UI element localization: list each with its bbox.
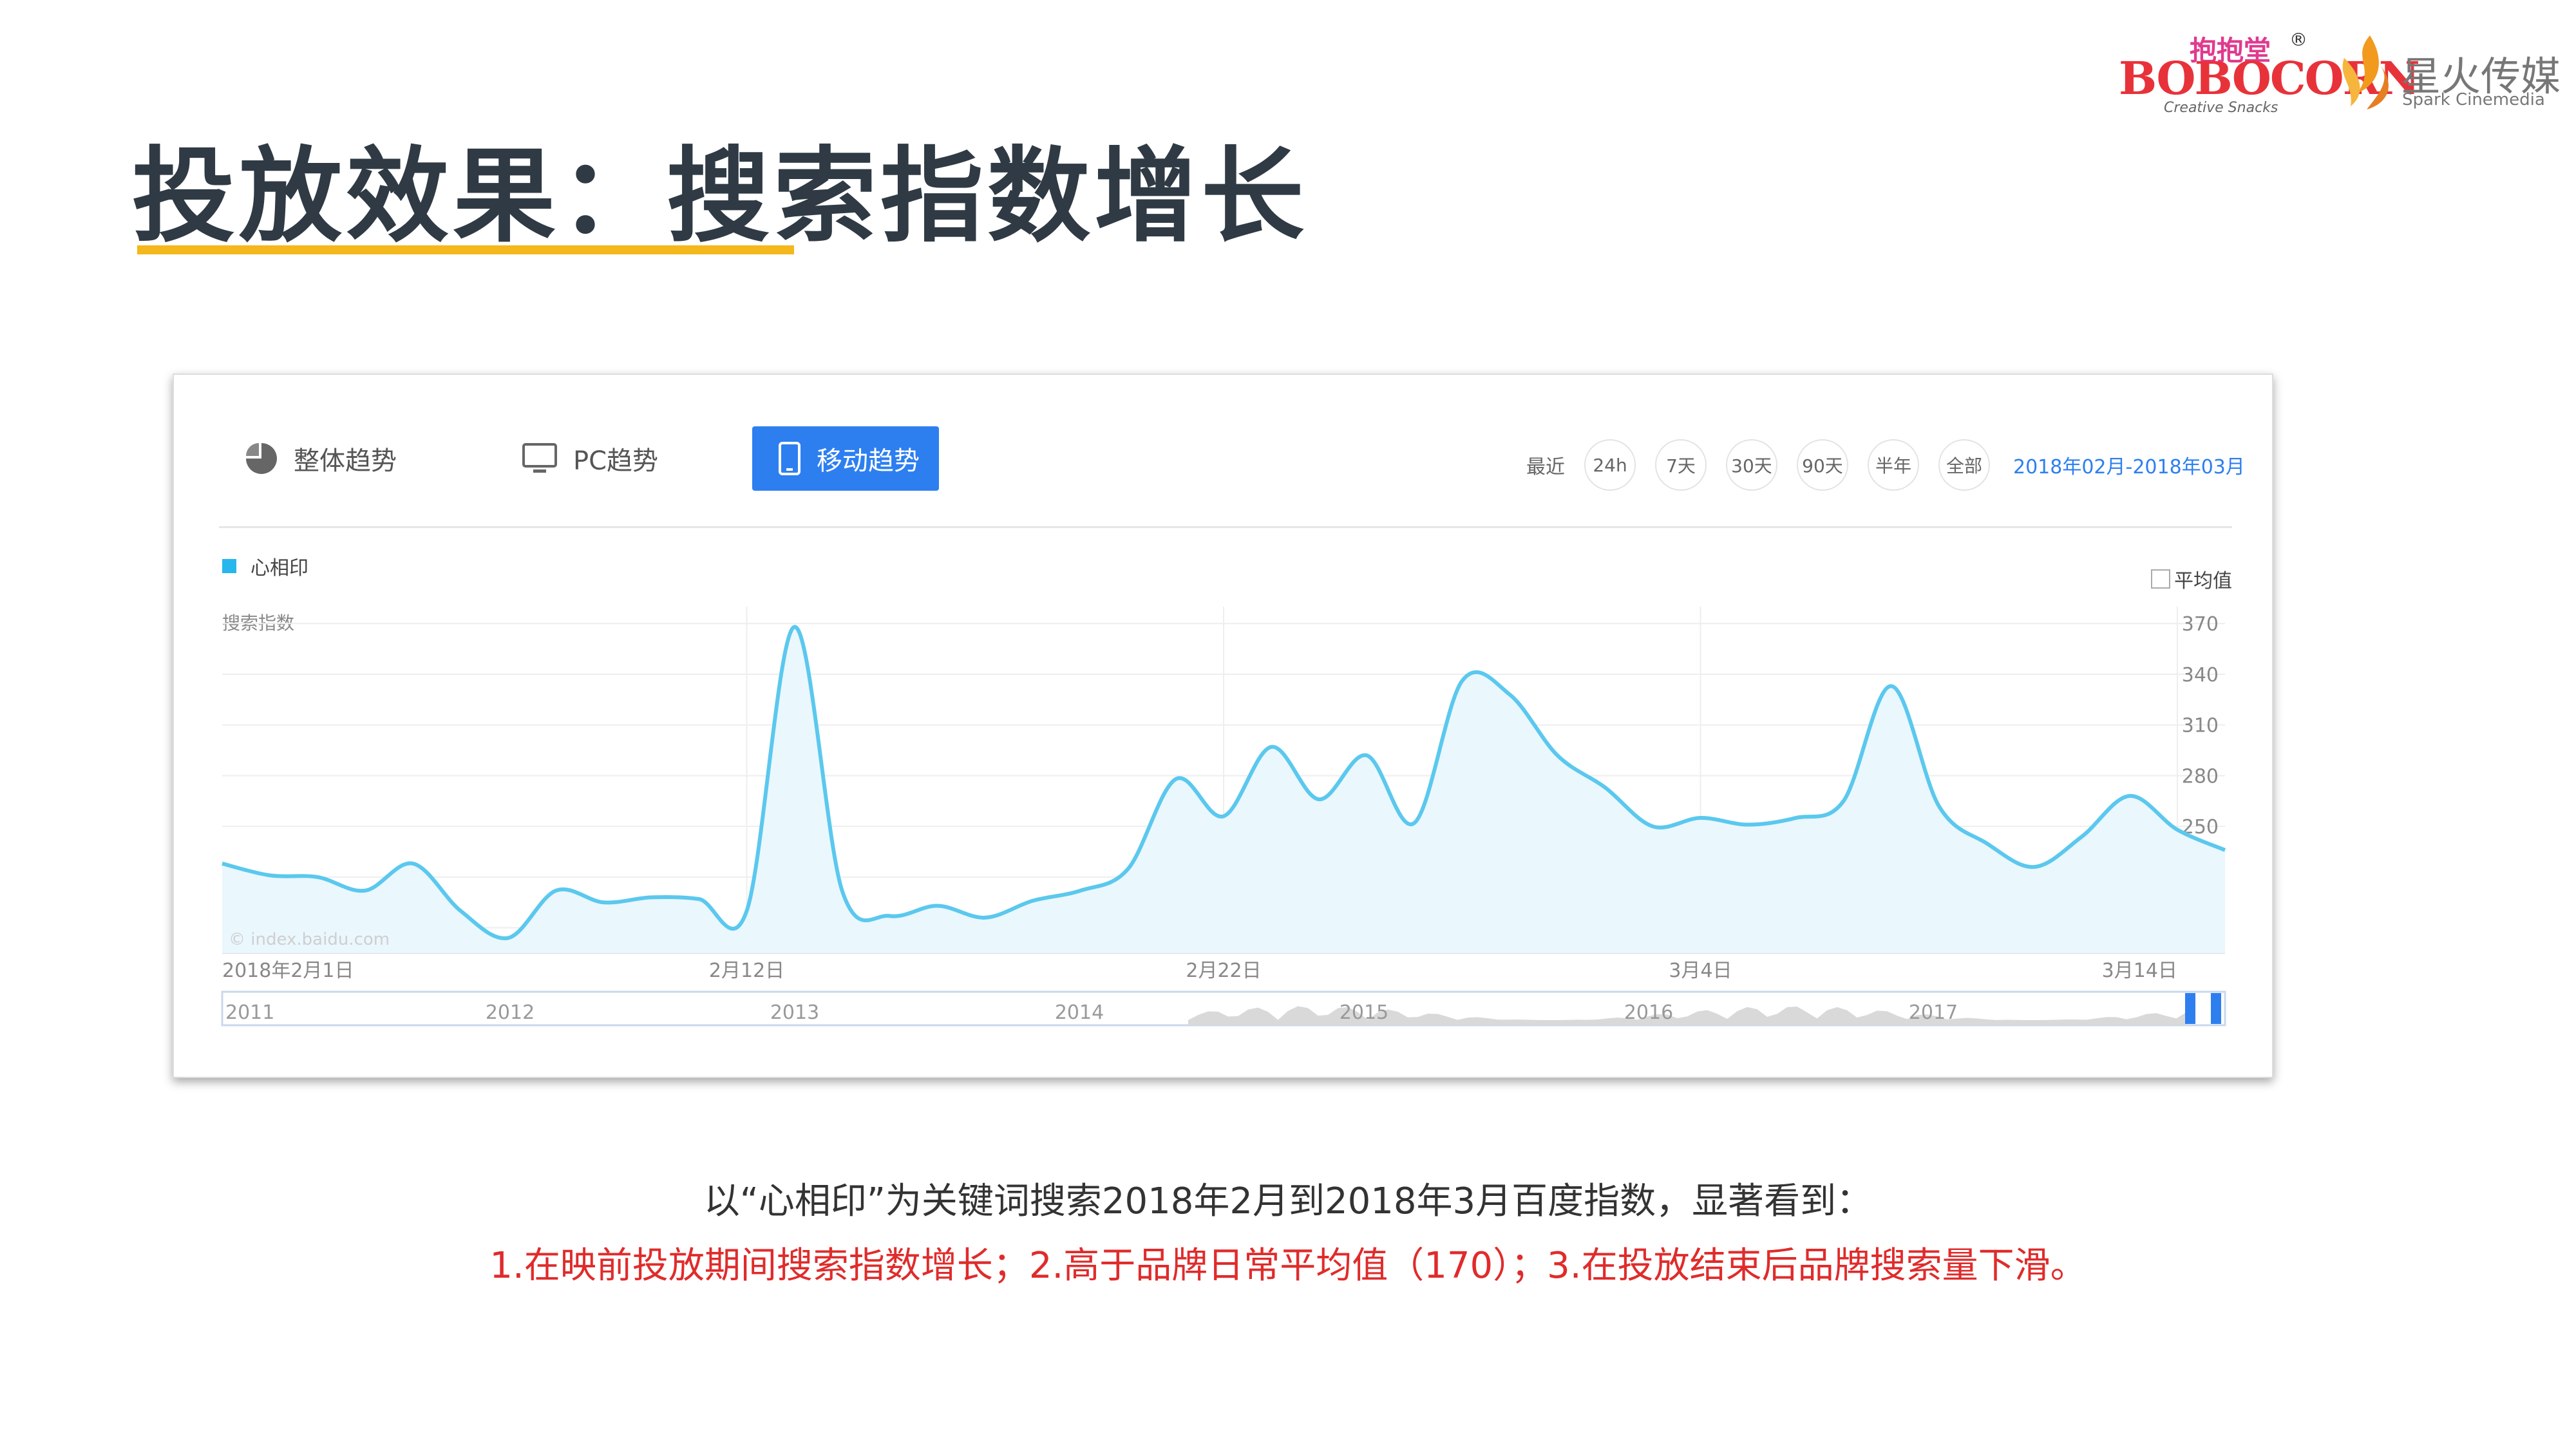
x-tick-label: 3月14日 [2102, 960, 2177, 982]
registered-mark: ® [2289, 29, 2307, 50]
overview-year-label: 2016 [1624, 1001, 1673, 1024]
flame-icon [2342, 35, 2389, 109]
navigator-handle-right[interactable] [2211, 993, 2221, 1024]
y-tick-label: 340 [2182, 664, 2219, 687]
baidu-index-chart-card: 整体趋势 PC趋势 移动趋势 最近 24h 7天 30天 90天 半年 全部 2… [173, 374, 2273, 1078]
y-tick-label: 280 [2182, 765, 2219, 788]
y-tick-label: 310 [2182, 715, 2219, 737]
y-tick-label: 370 [2182, 613, 2219, 636]
x-tick-label: 3月4日 [1669, 960, 1732, 982]
overview-year-label: 2015 [1340, 1001, 1388, 1024]
slide-title: 投放效果：搜索指数增长 [132, 136, 1309, 256]
title-underline [137, 245, 794, 254]
x-tick-label: 2018年2月1日 [222, 960, 354, 982]
bobocorn-tagline: Creative Snacks [2164, 100, 2278, 116]
search-index-chart: 搜索指数1902202502803103403702018年2月1日2月12日2… [221, 607, 2226, 1027]
x-tick-label: 2月12日 [709, 960, 784, 982]
overview-year-label: 2014 [1055, 1001, 1104, 1024]
watermark: © index.baidu.com [229, 930, 390, 949]
caption-line-1: 以“心相印”为关键词搜索2018年2月到2018年3月百度指数，显著看到： [703, 1180, 1873, 1222]
overview-year-label: 2012 [486, 1001, 535, 1024]
overview-year-label: 2013 [770, 1001, 819, 1024]
overview-year-label: 2011 [225, 1001, 274, 1024]
x-tick-label: 2月22日 [1186, 960, 1261, 982]
bobocorn-logo: 抱抱堂 ® BOBOCORN Creative Snacks [2119, 29, 2420, 119]
caption-line-2: 1.在映前投放期间搜索指数增长；2.高于品牌日常平均值（170）；3.在投放结束… [489, 1245, 2087, 1287]
overview-year-label: 2017 [1909, 1001, 1958, 1024]
spark-logo-en: Spark Cinemedia [2402, 90, 2545, 109]
spark-cinemedia-logo: 星火传媒 Spark Cinemedia [2331, 32, 2576, 116]
navigator-handle-left[interactable] [2185, 993, 2195, 1024]
